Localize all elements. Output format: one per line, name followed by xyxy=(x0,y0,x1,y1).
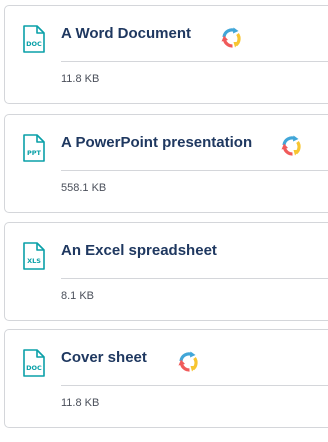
file-title[interactable]: Cover sheet xyxy=(61,348,147,368)
file-card[interactable]: DOC A Word Document 11.8 KB xyxy=(4,5,328,104)
file-type-badge: DOC xyxy=(26,40,42,48)
file-title[interactable]: An Excel spreadsheet xyxy=(61,241,217,261)
file-type-badge: XLS xyxy=(27,257,41,265)
file-card[interactable]: XLS An Excel spreadsheet 8.1 KB xyxy=(4,222,328,321)
file-card[interactable]: DOC Cover sheet 11.8 KB xyxy=(4,329,328,428)
file-size: 8.1 KB xyxy=(61,290,95,302)
sync-icon[interactable] xyxy=(280,134,304,158)
file-title[interactable]: A PowerPoint presentation xyxy=(61,133,252,153)
doc-file-icon: DOC xyxy=(23,25,45,53)
file-size: 11.8 KB xyxy=(61,397,100,409)
sync-icon[interactable] xyxy=(177,350,201,374)
divider xyxy=(61,61,328,62)
file-type-badge: PPT xyxy=(27,149,42,157)
sync-icon[interactable] xyxy=(220,26,244,50)
divider xyxy=(61,385,328,386)
doc-file-icon: DOC xyxy=(23,349,45,377)
file-card[interactable]: PPT A PowerPoint presentation 558.1 KB xyxy=(4,114,328,213)
xls-file-icon: XLS xyxy=(23,242,45,270)
divider xyxy=(61,170,328,171)
file-type-badge: DOC xyxy=(26,364,42,372)
divider xyxy=(61,278,328,279)
file-title[interactable]: A Word Document xyxy=(61,24,191,44)
ppt-file-icon: PPT xyxy=(23,134,45,162)
file-size: 11.8 KB xyxy=(61,73,100,85)
file-size: 558.1 KB xyxy=(61,182,107,194)
